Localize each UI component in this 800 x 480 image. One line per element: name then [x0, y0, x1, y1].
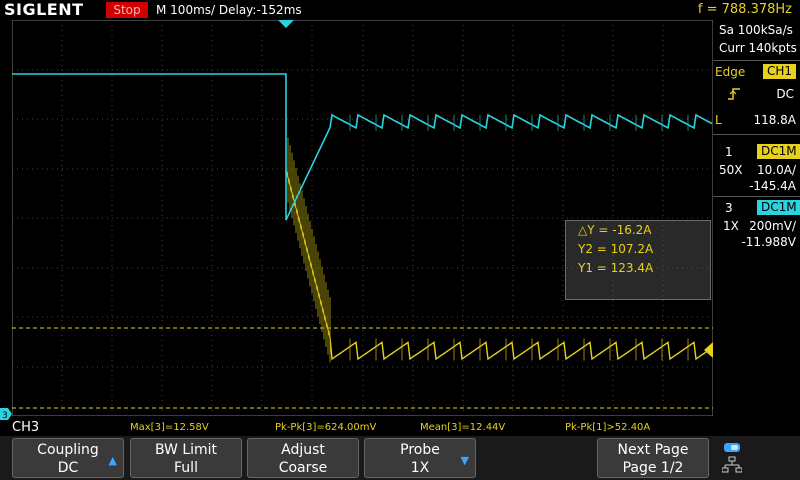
page-indicator: Page 1/2 — [622, 460, 684, 476]
usb-network-icons — [721, 440, 743, 476]
ch1-probe: 50X — [719, 163, 743, 177]
measure-mean: Mean[3]=12.44V — [420, 422, 506, 433]
trigger-level-label: L — [715, 113, 722, 127]
ch3-offset: -11.988V — [741, 235, 796, 249]
coupling-value: DC — [57, 460, 79, 476]
coupling-button[interactable]: Coupling DC ▲ — [12, 438, 124, 478]
trigger-source-badge[interactable]: CH1 — [763, 64, 797, 79]
ch1-offset: -145.4A — [749, 179, 796, 193]
top-bar: SIGLENT Stop M 100ms/ Delay:-152ms f = 7… — [0, 0, 800, 20]
coupling-label: Coupling — [37, 442, 99, 458]
adjust-value: Coarse — [278, 460, 328, 476]
measurement-bar: CH3 Max[3]=12.58V Pk-Pk[3]=624.00mV Mean… — [0, 420, 800, 436]
measure-pkpk-ch3: Pk-Pk[3]=624.00mV — [275, 422, 377, 433]
memory-depth: Curr 140kpts — [719, 41, 797, 55]
trigger-level: 118.8A — [753, 113, 796, 127]
bw-limit-button[interactable]: BW Limit Full — [130, 438, 242, 478]
cursor-measurement-box: △Y = -16.2A Y2 = 107.2A Y1 = 123.4A — [565, 220, 711, 300]
ch3-ground-marker[interactable]: 3 — [0, 405, 12, 421]
arrow-up-icon: ▲ — [108, 454, 117, 467]
bw-limit-value: Full — [174, 460, 198, 476]
network-icon — [728, 456, 736, 462]
timebase-readout: M 100ms/ Delay:-152ms — [156, 3, 302, 17]
rising-edge-icon — [727, 86, 741, 100]
ch1-coupling-badge[interactable]: DC1M — [757, 144, 800, 159]
trigger-type[interactable]: Edge — [715, 64, 745, 80]
ch3-coupling-badge[interactable]: DC1M — [757, 200, 800, 215]
right-info-panel: Sa 100kSa/s Curr 140kpts Edge CH1 DC L 1… — [713, 20, 800, 416]
probe-button[interactable]: Probe 1X ▼ — [364, 438, 476, 478]
ch1-scale: 10.0A/ — [757, 163, 796, 177]
bw-limit-label: BW Limit — [154, 442, 218, 458]
probe-label: Probe — [400, 442, 440, 458]
run-stop-badge[interactable]: Stop — [106, 2, 148, 18]
ch3-number: 3 — [725, 201, 733, 215]
trigger-coupling: DC — [776, 87, 794, 101]
probe-value: 1X — [410, 460, 430, 476]
brand-logo: SIGLENT — [4, 0, 84, 19]
next-page-button[interactable]: Next Page Page 1/2 — [597, 438, 709, 478]
arrow-down-icon: ▼ — [460, 454, 469, 467]
delta-y-readout: △Y = -16.2A — [578, 223, 652, 237]
adjust-label: Adjust — [281, 442, 325, 458]
next-page-label: Next Page — [617, 442, 689, 458]
ch3-probe: 1X — [723, 219, 739, 233]
soft-menu-bar: Coupling DC ▲ BW Limit Full Adjust Coars… — [0, 436, 800, 480]
waveform-display[interactable] — [12, 20, 713, 416]
ch3-ground-label: 3 — [2, 411, 8, 420]
ch3-scale: 200mV/ — [749, 219, 796, 233]
y1-readout: Y1 = 123.4A — [578, 261, 654, 275]
frequency-readout: f = 788.378Hz — [697, 2, 792, 17]
active-channel-label: CH3 — [12, 420, 40, 435]
measure-max: Max[3]=12.58V — [130, 422, 209, 433]
adjust-button[interactable]: Adjust Coarse — [247, 438, 359, 478]
measure-pkpk-ch1: Pk-Pk[1]>52.40A — [565, 422, 651, 433]
ch1-number: 1 — [725, 145, 733, 159]
y2-readout: Y2 = 107.2A — [578, 242, 654, 256]
sample-rate: Sa 100kSa/s — [719, 23, 793, 37]
